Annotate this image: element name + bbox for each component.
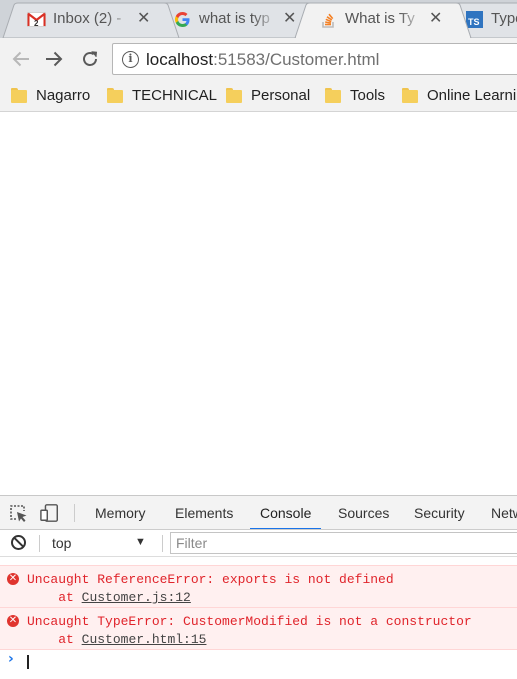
site-info-icon[interactable]: i bbox=[122, 51, 139, 68]
bookmark-folder-tools[interactable]: Tools bbox=[325, 84, 385, 106]
error-stack-line: at Customer.html:15 bbox=[58, 632, 207, 647]
tab-sources[interactable]: Sources bbox=[338, 496, 389, 529]
tab-title: Type bbox=[491, 10, 517, 27]
toolbar-divider bbox=[162, 535, 163, 552]
tab-security[interactable]: Security bbox=[414, 496, 465, 529]
error-icon: ✕ bbox=[7, 615, 19, 627]
svg-text:2: 2 bbox=[34, 19, 39, 27]
tab-what-is-typescript[interactable]: What is Ty ✕ bbox=[294, 2, 472, 38]
tab-strip: TS Type what is typ ✕ 2 Inbox (2) - ✕ bbox=[0, 0, 517, 38]
source-link[interactable]: Customer.html:15 bbox=[82, 632, 207, 647]
forward-button[interactable] bbox=[40, 45, 68, 73]
tab-title: Inbox (2) - bbox=[53, 10, 133, 27]
console-filter-input[interactable] bbox=[170, 532, 517, 554]
clear-console-icon[interactable] bbox=[11, 535, 26, 550]
folder-icon bbox=[107, 87, 123, 103]
console-prompt[interactable]: › bbox=[0, 650, 517, 674]
folder-icon bbox=[402, 87, 418, 103]
folder-icon bbox=[325, 87, 341, 103]
bookmarks-bar: Nagarro TECHNICAL Personal Tools Online … bbox=[0, 80, 517, 112]
browser-toolbar: i localhost:51583/Customer.html bbox=[0, 38, 517, 80]
tab-gmail-inbox[interactable]: 2 Inbox (2) - ✕ bbox=[2, 2, 180, 38]
back-arrow-icon bbox=[12, 51, 29, 67]
console-error-message: ✕ Uncaught ReferenceError: exports is no… bbox=[0, 565, 517, 608]
tab-title: what is typ bbox=[199, 10, 279, 27]
text-cursor bbox=[27, 655, 29, 669]
toolbar-divider bbox=[39, 535, 40, 552]
url-text: localhost:51583/Customer.html bbox=[146, 50, 380, 69]
console-toolbar: top ▼ bbox=[0, 530, 517, 557]
devtools-panel: Memory Elements Console Sources Security… bbox=[0, 495, 517, 679]
gmail-icon: 2 bbox=[27, 11, 46, 28]
error-stack-line: at Customer.js:12 bbox=[58, 590, 191, 605]
back-button[interactable] bbox=[7, 45, 35, 73]
error-icon: ✕ bbox=[7, 573, 19, 585]
folder-icon bbox=[226, 87, 242, 103]
bookmark-folder-personal[interactable]: Personal bbox=[226, 84, 310, 106]
tab-title: What is Ty bbox=[345, 10, 425, 27]
close-tab-icon[interactable]: ✕ bbox=[137, 10, 150, 28]
inspect-element-icon[interactable] bbox=[8, 503, 28, 523]
bookmark-folder-online-learning[interactable]: Online Learning bbox=[402, 84, 517, 106]
bookmark-folder-nagarro[interactable]: Nagarro bbox=[11, 84, 90, 106]
device-toolbar-icon[interactable] bbox=[40, 503, 60, 523]
tab-memory[interactable]: Memory bbox=[95, 496, 146, 529]
context-selector[interactable]: top bbox=[52, 535, 71, 551]
reload-icon bbox=[83, 51, 98, 66]
tab-elements[interactable]: Elements bbox=[175, 496, 233, 529]
error-text: Uncaught ReferenceError: exports is not … bbox=[27, 572, 394, 587]
error-text: Uncaught TypeError: CustomerModified is … bbox=[27, 614, 472, 629]
forward-arrow-icon bbox=[46, 51, 63, 67]
folder-icon bbox=[11, 87, 27, 103]
stackoverflow-icon bbox=[319, 11, 338, 28]
prompt-chevron-icon: › bbox=[8, 651, 14, 667]
bookmark-folder-technical[interactable]: TECHNICAL bbox=[107, 84, 217, 106]
page-content bbox=[0, 112, 517, 495]
console-error-message: ✕ Uncaught TypeError: CustomerModified i… bbox=[0, 607, 517, 650]
source-link[interactable]: Customer.js:12 bbox=[82, 590, 191, 605]
reload-button[interactable] bbox=[76, 45, 104, 73]
toolbar-divider bbox=[74, 504, 75, 522]
dropdown-triangle-icon[interactable]: ▼ bbox=[135, 536, 146, 548]
close-tab-icon[interactable]: ✕ bbox=[429, 10, 442, 28]
tab-network[interactable]: Network bbox=[491, 496, 517, 529]
devtools-tab-bar: Memory Elements Console Sources Security… bbox=[0, 496, 517, 530]
address-bar[interactable]: i localhost:51583/Customer.html bbox=[112, 43, 517, 75]
tab-console[interactable]: Console bbox=[249, 496, 322, 529]
